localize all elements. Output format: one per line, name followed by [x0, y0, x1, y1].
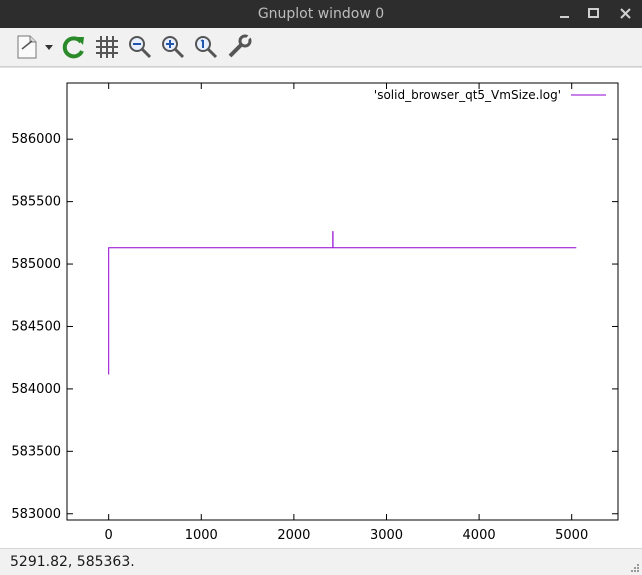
plot-area[interactable]: 583000 583500 584000 584500 585000 585500 5860… [0, 67, 642, 548]
legend: 'solid_browser_qt5_VmSize.log' [374, 88, 606, 102]
maximize-icon[interactable] [584, 4, 604, 24]
plot-canvas[interactable]: 583000 583500 584000 584500 585000 585500 5860… [0, 68, 642, 548]
zoom-reset-button[interactable] [192, 33, 220, 61]
x-tick-label: 2000 [277, 528, 310, 543]
y-tick-label: 583500 [11, 444, 61, 459]
replot-button[interactable] [60, 33, 88, 61]
grid-toggle-button[interactable] [93, 33, 121, 61]
document-export-icon [17, 35, 53, 59]
y-tick-label: 584500 [11, 319, 61, 334]
y-tick-label: 583000 [11, 507, 61, 522]
y-tick-label: 585000 [11, 257, 61, 272]
cursor-coordinates: 5291.82, 585363. [10, 554, 135, 570]
zoom-out-icon [129, 36, 152, 59]
minimize-icon[interactable] [555, 4, 575, 24]
zoom-in-button[interactable] [159, 33, 187, 61]
grid-icon [96, 36, 118, 58]
resize-grip-icon[interactable] [630, 563, 640, 573]
x-tick-label: 0 [105, 528, 113, 543]
window-title: Gnuplot window 0 [257, 6, 385, 22]
legend-label: 'solid_browser_qt5_VmSize.log' [374, 88, 561, 102]
y-tick-label: 584000 [11, 382, 61, 397]
toolbar [0, 28, 642, 67]
series-line [108, 231, 577, 375]
zoom-out-button[interactable] [126, 33, 154, 61]
refresh-icon [62, 36, 84, 59]
title-bar: Gnuplot window 0 [0, 0, 642, 28]
y-tick-label: 585500 [11, 195, 61, 210]
settings-button[interactable] [225, 33, 253, 61]
status-bar: 5291.82, 585363. [0, 548, 642, 575]
x-tick-label: 3000 [370, 528, 403, 543]
close-icon[interactable] [616, 4, 636, 24]
x-tick-label: 4000 [463, 528, 496, 543]
zoom-original-icon [195, 36, 218, 59]
plot-border [66, 82, 619, 521]
y-tick-label: 586000 [11, 132, 61, 147]
export-menu-button[interactable] [14, 33, 56, 61]
x-tick-label: 5000 [555, 528, 588, 543]
x-tick-label: 1000 [185, 528, 218, 543]
wrench-icon [228, 34, 252, 58]
zoom-in-icon [162, 36, 185, 59]
